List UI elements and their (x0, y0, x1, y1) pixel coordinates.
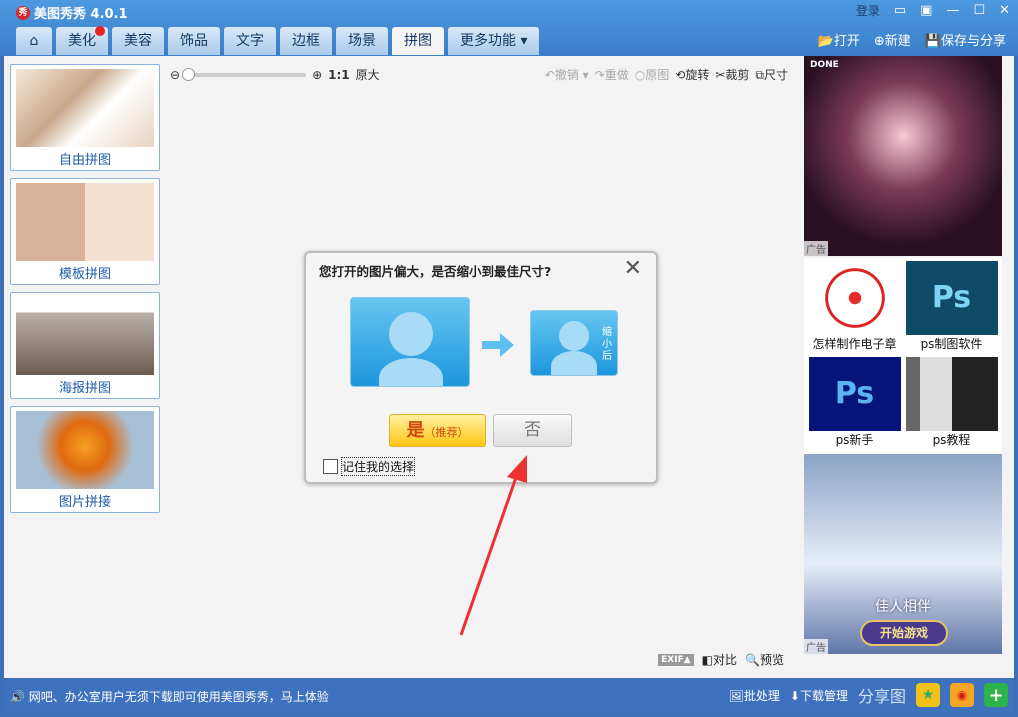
download-manager-button[interactable]: ⬇下载管理 (790, 687, 848, 704)
tab-scene[interactable]: 场景 (336, 27, 388, 55)
collage-mode-panel: 自由拼图 模板拼图 海报拼图 图片拼接 (10, 64, 160, 520)
tab-text[interactable]: 文字 (224, 27, 276, 55)
title-bar: 秀美图秀秀 4.0.1 登录 ▭ ▣ — ☐ ✕ ⌂ 美化 美容 饰品 文字 边… (0, 0, 1018, 56)
exif-button[interactable]: EXIF▲ (658, 653, 694, 666)
preview-button[interactable]: 🔍预览 (745, 651, 784, 668)
menu-icon[interactable]: ▣ (920, 3, 932, 18)
zoom-in-icon[interactable]: ⊕ (312, 68, 322, 82)
ad-item[interactable]: Ps ps新手 (807, 357, 902, 451)
weibo-share-icon[interactable]: ◉ (950, 683, 974, 707)
minimize-button[interactable]: — (946, 3, 959, 18)
app-title: 秀美图秀秀 4.0.1 (16, 3, 128, 22)
actual-ratio-button[interactable]: 1:1 (328, 68, 350, 82)
qzone-share-icon[interactable]: ★ (916, 683, 940, 707)
start-game-button[interactable]: 开始游戏 (860, 620, 948, 646)
message-icon[interactable]: ▭ (894, 3, 906, 18)
login-link[interactable]: 登录 (856, 2, 880, 19)
zoom-slider[interactable] (182, 67, 307, 81)
redo-button[interactable]: ↷重做 (595, 66, 629, 83)
ad-banner-bottom[interactable]: 佳人相伴 开始游戏 广告 (804, 454, 1002, 654)
speaker-icon: 🔊 (10, 689, 25, 704)
no-button[interactable]: 否 (493, 414, 572, 447)
status-bar: 🔊 网吧、办公室用户无须下载即可使用美图秀秀，马上体验 🖼批处理 ⬇下载管理 分… (4, 680, 1014, 713)
slider-handle[interactable] (182, 67, 196, 81)
maximize-button[interactable]: ☐ (973, 3, 985, 18)
original-image-button[interactable]: ○原图 (635, 66, 670, 83)
app-title-text: 美图秀秀 4.0.1 (34, 7, 128, 22)
annotation-red-arrow (459, 455, 527, 636)
close-button[interactable]: ✕ (999, 3, 1010, 18)
tab-frame[interactable]: 边框 (280, 27, 332, 55)
promo-message[interactable]: 网吧、办公室用户无须下载即可使用美图秀秀，马上体验 (29, 688, 329, 705)
free-collage-card[interactable]: 自由拼图 (10, 64, 160, 171)
after-label: 缩小后 (602, 327, 612, 362)
ad-item[interactable]: ps教程 (904, 357, 999, 451)
share-label: 分享图 (857, 687, 906, 706)
tab-beauty[interactable]: 美容 (112, 27, 164, 55)
compare-button[interactable]: ◧对比 (702, 651, 737, 668)
ad-grid: 怎样制作电子章 Ps ps制图软件 Ps ps新手 ps教程 (804, 258, 1002, 454)
image-stitch-card[interactable]: 图片拼接 (10, 406, 160, 513)
remember-choice-checkbox[interactable]: 记住我的选择 (323, 457, 416, 476)
more-share-icon[interactable]: + (984, 683, 1008, 707)
resize-dialog: 您打开的图片偏大，是否缩小到最佳尺寸? ✕ 缩小后 是（推荐） 否 记住我的选择 (304, 251, 658, 484)
new-button[interactable]: ⊕新建 (874, 30, 911, 49)
canvas-toolbar: ⊖ ⊕ 1:1 原大 ↶撤销 ▾ ↷重做 ○原图 ⟲旋转 ✂裁剪 ⧉尺寸 (170, 66, 788, 83)
template-collage-card[interactable]: 模板拼图 (10, 178, 160, 285)
tab-home[interactable]: ⌂ (16, 27, 52, 55)
checkbox[interactable] (323, 459, 338, 474)
ad-banner-top[interactable]: DONE 广告 (804, 56, 1002, 256)
tab-beautify[interactable]: 美化 (56, 26, 108, 55)
small-image-icon: 缩小后 (530, 310, 618, 376)
dialog-close-icon[interactable]: ✕ (624, 256, 642, 281)
notification-dot (95, 26, 105, 36)
zoom-out-icon[interactable]: ⊖ (170, 68, 180, 82)
ad-item[interactable]: Ps ps制图软件 (904, 261, 999, 355)
large-image-icon (350, 297, 470, 387)
undo-button[interactable]: ↶撤销 ▾ (545, 66, 589, 83)
tab-more[interactable]: 更多功能 ▾ (448, 27, 540, 55)
original-size-button[interactable]: 原大 (356, 66, 380, 83)
tab-accessories[interactable]: 饰品 (168, 27, 220, 55)
crop-button[interactable]: ✂裁剪 (715, 66, 749, 83)
open-button[interactable]: 📂打开 (818, 30, 860, 49)
arrow-right-icon (482, 333, 514, 357)
app-logo-icon: 秀 (16, 5, 30, 20)
poster-collage-card[interactable]: 海报拼图 (10, 292, 160, 399)
batch-button[interactable]: 🖼批处理 (729, 687, 780, 704)
yes-button[interactable]: 是（推荐） (389, 414, 486, 447)
rotate-button[interactable]: ⟲旋转 (675, 66, 709, 83)
dialog-title: 您打开的图片偏大，是否缩小到最佳尺寸? (319, 264, 552, 279)
ad-panel: DONE 广告 怎样制作电子章 Ps ps制图软件 Ps ps新手 ps教程 佳人相伴… (804, 56, 1004, 656)
size-button[interactable]: ⧉尺寸 (755, 66, 788, 83)
save-share-button[interactable]: 💾保存与分享 (925, 30, 1006, 49)
tab-collage[interactable]: 拼图 (392, 27, 444, 55)
ad-item[interactable]: 怎样制作电子章 (807, 261, 902, 355)
